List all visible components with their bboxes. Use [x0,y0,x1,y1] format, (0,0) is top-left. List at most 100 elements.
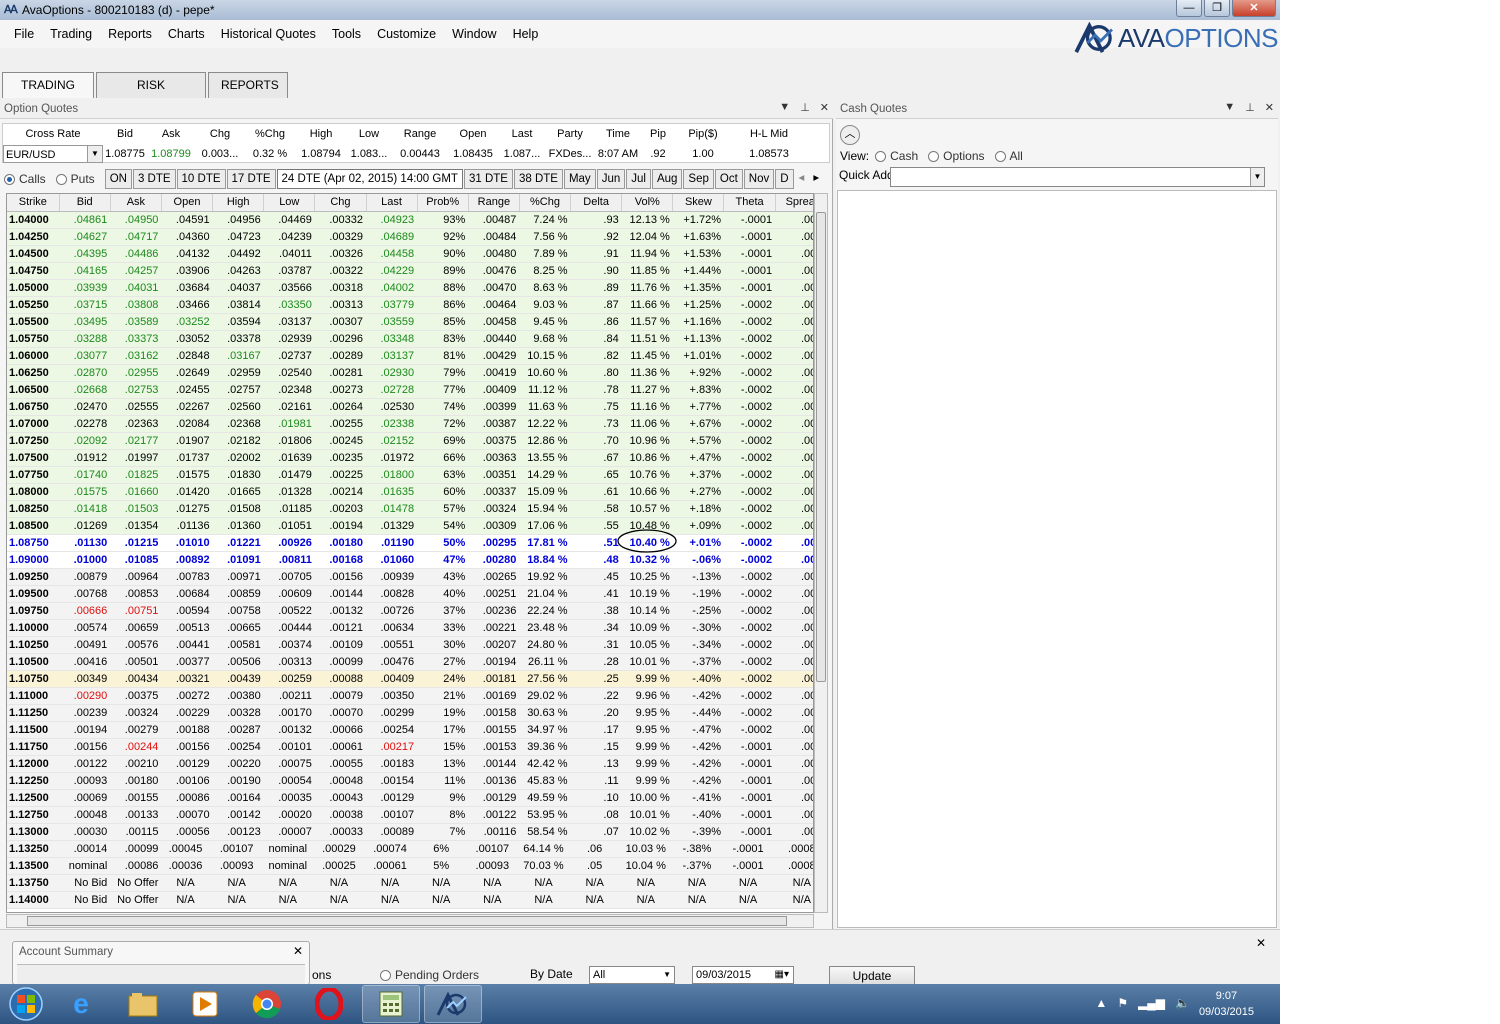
cell-delta[interactable]: .82 [570,347,622,365]
calendar-icon[interactable]: ▦▾ [775,967,789,983]
cell-vol-[interactable]: 9.96 % [621,687,673,705]
cell--chg[interactable]: N/A [519,874,571,892]
menu-file[interactable]: File [14,27,34,41]
cell-chg[interactable]: .00156 [314,568,366,586]
cell-open[interactable]: .00783 [161,568,213,586]
cell-delta[interactable]: .28 [570,653,622,671]
cell-ask[interactable]: .00375 [110,687,162,705]
cell-last[interactable]: .00183 [366,755,418,773]
option-row[interactable]: 1.12750.00048.00133.00070.00142.00020.00… [7,806,813,824]
cell-strike[interactable]: 1.08750 [7,534,60,552]
cell-vol-[interactable]: 10.25 % [621,568,673,586]
expiry-31-dte[interactable]: 31 DTE [463,169,513,189]
cell-prob-[interactable]: 15% [417,738,469,756]
cell-skew[interactable]: +.92% [672,364,724,382]
cell-range[interactable]: .00440 [468,330,520,348]
cell-low[interactable]: .01806 [263,432,315,450]
cell-skew[interactable]: N/A [672,891,724,909]
cell-bid[interactable]: .04165 [59,262,111,280]
cell-bid[interactable]: .00768 [59,585,111,603]
cell-range[interactable]: N/A [468,891,520,909]
cell-vol-[interactable]: 9.95 % [621,721,673,739]
menu-charts[interactable]: Charts [168,27,205,41]
cell-theta[interactable]: -.0002 [723,432,776,450]
cell-theta[interactable]: -.0002 [723,653,776,671]
cell--chg[interactable]: 19.92 % [519,568,571,586]
cell-chg[interactable]: .00029 [314,840,366,858]
cell-theta[interactable]: -.0002 [723,721,776,739]
cell-range[interactable]: .00419 [468,364,520,382]
cell-delta[interactable]: .38 [570,602,622,620]
cell-prob-[interactable]: N/A [417,874,469,892]
cell-high[interactable]: N/A [212,874,264,892]
cell-last[interactable]: .04002 [366,279,418,297]
cell-last[interactable]: .01060 [366,551,418,569]
cross-header-cross-rate[interactable]: Cross Rate [3,125,103,143]
cell-chg[interactable]: .00245 [314,432,366,450]
cell-high[interactable]: .00123 [212,823,264,841]
cell-open[interactable]: .00321 [161,670,213,688]
cell-delta[interactable]: .45 [570,568,622,586]
column-header-theta[interactable]: Theta [723,194,776,212]
cell-low[interactable]: nominal [263,857,315,875]
cell-prob-[interactable]: 17% [417,721,469,739]
cell-spread[interactable]: .0009 [775,296,813,314]
cell-theta[interactable]: -.0001 [723,738,776,756]
cell-last[interactable]: .00254 [366,721,418,739]
cell-strike[interactable]: 1.12250 [7,772,60,790]
puts-radio[interactable]: Puts [55,172,95,186]
calls-radio[interactable]: Calls [4,172,46,186]
cell-bid[interactable]: .03939 [59,279,111,297]
cell-strike[interactable]: 1.10250 [7,636,60,654]
menu-customize[interactable]: Customize [377,27,436,41]
cell-bid[interactable]: .01740 [59,466,111,484]
cell-vol-[interactable]: 10.19 % [621,585,673,603]
cell-range[interactable]: .00375 [468,432,520,450]
cell-delta[interactable]: .25 [570,670,622,688]
expiry-10-dte[interactable]: 10 DTE [176,169,226,189]
cell-ask[interactable]: .00180 [110,772,162,790]
cell-delta[interactable]: .87 [570,296,622,314]
dock-close-icon[interactable]: ✕ [1256,936,1266,950]
cell-strike[interactable]: 1.04000 [7,211,60,229]
expiry-jun[interactable]: Jun [596,169,626,189]
cell-open[interactable]: .00272 [161,687,213,705]
cell-low[interactable]: .00609 [263,585,315,603]
cell-prob-[interactable]: 21% [417,687,469,705]
cell-theta[interactable]: -.0001 [723,279,776,297]
cell-bid[interactable]: .00491 [59,636,111,654]
cell-last[interactable]: .02338 [366,415,418,433]
cell-vol-[interactable]: 9.99 % [621,772,673,790]
cell-high[interactable]: .00380 [212,687,264,705]
cell--chg[interactable]: 9.68 % [519,330,571,348]
cell-strike[interactable]: 1.09750 [7,602,60,620]
cell-bid[interactable]: No Bid [59,891,111,909]
cell-low[interactable]: .03137 [263,313,315,331]
cell-bid[interactable]: .03288 [59,330,111,348]
cell-bid[interactable]: .00416 [59,653,111,671]
cell-delta[interactable]: .05 [570,857,622,875]
cell-bid[interactable]: .00574 [59,619,111,637]
cell-skew[interactable]: -.47% [672,721,724,739]
cell-skew[interactable]: N/A [672,874,724,892]
cell-prob-[interactable]: 92% [417,228,469,246]
cell-ask[interactable]: .00659 [110,619,162,637]
cell-theta[interactable]: -.0002 [723,670,776,688]
cell--chg[interactable]: 7.56 % [519,228,571,246]
cell-low[interactable]: .00374 [263,636,315,654]
column-header-vol-[interactable]: Vol% [621,194,674,212]
cell-prob-[interactable]: 24% [417,670,469,688]
cell-bid[interactable]: .02470 [59,398,111,416]
cell-ask[interactable]: .04486 [110,245,162,263]
cell-strike[interactable]: 1.05500 [7,313,60,331]
cell-prob-[interactable]: 7% [417,823,469,841]
column-header-open[interactable]: Open [161,194,214,212]
taskbar-file-explorer[interactable] [114,985,172,1023]
cell-prob-[interactable]: 66% [417,449,469,467]
cell-delta[interactable]: .89 [570,279,622,297]
cell-strike[interactable]: 1.10500 [7,653,60,671]
cell-spread[interactable]: .0008 [775,687,813,705]
cell-last[interactable]: .01635 [366,483,418,501]
cell-open[interactable]: .00129 [161,755,213,773]
cell-spread[interactable]: .0008 [775,432,813,450]
